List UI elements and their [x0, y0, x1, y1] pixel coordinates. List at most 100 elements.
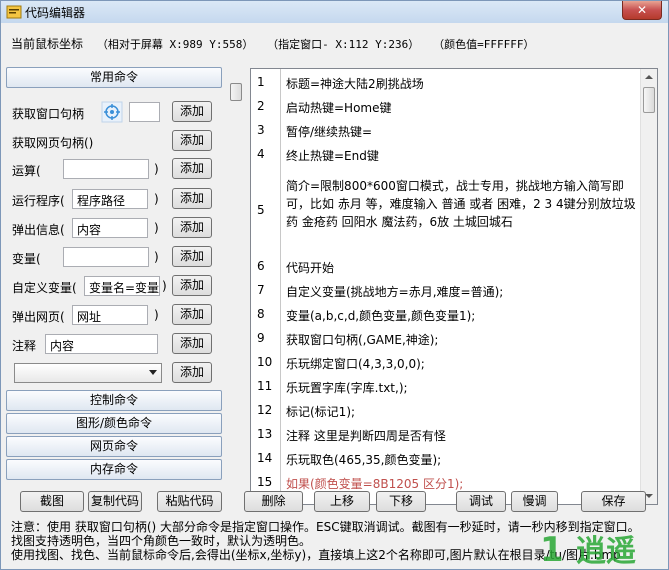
window-handle-field[interactable] — [129, 102, 160, 122]
line-number: 9 — [257, 331, 265, 345]
url-field[interactable]: 网址 — [72, 305, 148, 325]
memory-commands-button[interactable]: 内存命令 — [6, 459, 222, 480]
code-line[interactable]: 11 乐玩置字库(字库.txt,); — [251, 377, 641, 399]
line-text: 简介=限制800*600窗口模式，战士专用，挑战地方输入简写即可，比如 赤月 等… — [286, 179, 636, 229]
row-popup-message: 弹出信息( 内容 ) 添加 — [6, 217, 223, 239]
add-button[interactable]: 添加 — [172, 101, 212, 122]
add-button[interactable]: 添加 — [172, 188, 212, 209]
code-line[interactable]: 7 自定义变量(挑战地方=赤月,难度=普通); — [251, 281, 641, 303]
add-button[interactable]: 添加 — [172, 333, 212, 354]
custom-variable-field[interactable]: 变量名=变量 — [84, 276, 160, 296]
window-coordinates: （指定窗口- X:112 Y:236） — [267, 38, 420, 51]
scroll-down-icon[interactable] — [645, 494, 653, 498]
line-number: 10 — [257, 355, 273, 369]
close-paren: ) — [154, 250, 159, 264]
code-line[interactable]: 8 变量(a,b,c,d,颜色变量,颜色变量1); — [251, 305, 641, 327]
paste-code-button[interactable]: 粘贴代码 — [157, 491, 222, 512]
code-line[interactable]: 5 简介=限制800*600窗口模式，战士专用，挑战地方输入简写即可，比如 赤月… — [251, 177, 641, 257]
svg-text:逍遥: 逍遥 — [576, 534, 636, 569]
line-number: 14 — [257, 451, 273, 465]
code-line[interactable]: 6 代码开始 — [251, 257, 641, 279]
code-line[interactable]: 9 获取窗口句柄(,GAME,神途); — [251, 329, 641, 351]
add-button[interactable]: 添加 — [172, 130, 212, 151]
save-button[interactable]: 保存 — [581, 491, 646, 512]
scroll-up-icon[interactable] — [645, 75, 653, 79]
close-paren: ) — [162, 279, 167, 293]
screen-coordinates: （相对于屏幕 X:989 Y:558） — [96, 38, 254, 51]
line-number: 4 — [257, 147, 265, 161]
line-number: 3 — [257, 123, 265, 137]
slow-debug-button[interactable]: 慢调 — [511, 491, 558, 512]
scrollbar-thumb[interactable] — [230, 83, 242, 101]
row-label: 注释 — [12, 339, 37, 353]
code-line[interactable]: 1 标题=神途大陆2刷挑战场 — [251, 73, 641, 95]
editor-scrollbar[interactable] — [640, 69, 657, 504]
code-line[interactable]: 13 注释 这里是判断四周是否有怪 — [251, 425, 641, 447]
line-number: 15 — [257, 475, 273, 489]
window-title: 代码编辑器 — [25, 6, 86, 20]
line-number: 11 — [257, 379, 273, 393]
add-button[interactable]: 添加 — [172, 275, 212, 296]
row-popup-webpage: 弹出网页( 网址 ) 添加 — [6, 304, 223, 326]
scrollbar-thumb[interactable] — [643, 87, 655, 113]
code-line[interactable]: 14 乐玩取色(465,35,颜色变量); — [251, 449, 641, 471]
add-button[interactable]: 添加 — [172, 362, 212, 383]
left-scrollbar[interactable] — [229, 81, 243, 505]
control-commands-button[interactable]: 控制命令 — [6, 390, 222, 411]
chevron-down-icon — [149, 370, 157, 375]
app-icon — [6, 5, 22, 19]
common-commands-header[interactable]: 常用命令 — [6, 67, 222, 88]
code-line[interactable]: 3 暂停/继续热键= — [251, 121, 641, 143]
line-number: 13 — [257, 427, 273, 441]
comment-field[interactable]: 内容 — [45, 334, 158, 354]
line-text: 获取窗口句柄(,GAME,神途); — [286, 333, 439, 347]
code-line[interactable]: 12 标记(标记1); — [251, 401, 641, 423]
mouse-label: 当前鼠标坐标 — [11, 37, 84, 51]
row-label: 变量( — [12, 252, 41, 266]
line-text: 变量(a,b,c,d,颜色变量,颜色变量1); — [286, 309, 476, 323]
row-variable: 变量( ) 添加 — [6, 246, 223, 268]
row-label: 弹出网页( — [12, 310, 65, 324]
code-editor[interactable]: 1 标题=神途大陆2刷挑战场 2 启动热键=Home键 3 暂停/继续热键= 4… — [250, 68, 658, 505]
move-down-button[interactable]: 下移 — [376, 491, 426, 512]
client-area: 当前鼠标坐标 （相对于屏幕 X:989 Y:558） （指定窗口- X:112 … — [1, 23, 668, 569]
line-text: 乐玩取色(465,35,颜色变量); — [286, 453, 442, 467]
line-text: 终止热键=End键 — [286, 149, 379, 163]
color-value: （颜色值=FFFFFF） — [433, 38, 535, 51]
add-button[interactable]: 添加 — [172, 304, 212, 325]
code-line[interactable]: 10 乐玩绑定窗口(4,3,3,0,0); — [251, 353, 641, 375]
code-line[interactable]: 2 启动热键=Home键 — [251, 97, 641, 119]
line-number: 6 — [257, 259, 265, 273]
row-custom-variable: 自定义变量( 变量名=变量 ) 添加 — [6, 275, 223, 297]
line-text: 乐玩置字库(字库.txt,); — [286, 381, 408, 395]
line-number: 1 — [257, 75, 265, 89]
row-label: 弹出信息( — [12, 223, 65, 237]
web-commands-button[interactable]: 网页命令 — [6, 436, 222, 457]
title-bar[interactable]: 代码编辑器 ✕ — [1, 1, 668, 23]
row-dropdown: 添加 — [6, 362, 223, 384]
line-number: 2 — [257, 99, 265, 113]
message-content-field[interactable]: 内容 — [72, 218, 148, 238]
variable-field[interactable] — [63, 247, 149, 267]
crosshair-target-icon[interactable] — [101, 101, 123, 123]
debug-button[interactable]: 调试 — [456, 491, 506, 512]
row-get-web-handle: 获取网页句柄() 添加 — [6, 130, 223, 152]
close-paren: ) — [154, 308, 159, 322]
row-calculate: 运算( ) 添加 — [6, 158, 223, 180]
copy-code-button[interactable]: 复制代码 — [88, 491, 142, 512]
command-select[interactable] — [14, 363, 162, 383]
program-path-field[interactable]: 程序路径 — [72, 189, 148, 209]
code-line[interactable]: 4 终止热键=End键 — [251, 145, 641, 167]
add-button[interactable]: 添加 — [172, 217, 212, 238]
row-label: 运行程序( — [12, 194, 65, 208]
move-up-button[interactable]: 上移 — [314, 491, 370, 512]
graphics-color-commands-button[interactable]: 图形/颜色命令 — [6, 413, 222, 434]
close-paren: ) — [154, 192, 159, 206]
add-button[interactable]: 添加 — [172, 246, 212, 267]
line-text: 暂停/继续热键= — [286, 125, 373, 139]
close-button[interactable]: ✕ — [622, 1, 662, 20]
add-button[interactable]: 添加 — [172, 158, 212, 179]
delete-button[interactable]: 删除 — [244, 491, 303, 512]
screenshot-button[interactable]: 截图 — [20, 491, 84, 512]
calculate-field[interactable] — [63, 159, 149, 179]
